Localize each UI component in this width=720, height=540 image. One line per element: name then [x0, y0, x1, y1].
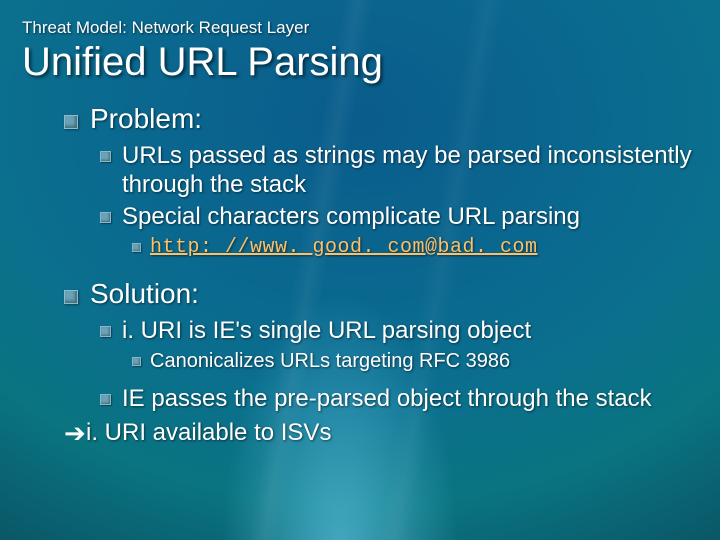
- problem-heading: Problem:: [90, 103, 202, 134]
- problem-points: URLs passed as strings may be parsed inc…: [100, 141, 698, 260]
- solution-subpoint-1: Canonicalizes URLs targeting RFC 3986: [132, 349, 698, 374]
- solution-point-2-text: IE passes the pre-parsed object through …: [122, 385, 652, 412]
- problem-point-1-text: URLs passed as strings may be parsed inc…: [122, 142, 692, 198]
- arrow-icon: ➔: [64, 420, 86, 446]
- problem-point-2: Special characters complicate URL parsin…: [100, 202, 698, 260]
- availability-text: i. URI available to ISVs: [86, 419, 331, 446]
- spacer: [64, 266, 698, 272]
- solution-subpoint-1-text: Canonicalizes URLs targeting RFC 3986: [150, 350, 510, 372]
- problem-example-list: http: //www. good. com@bad. com: [132, 235, 698, 260]
- problem-point-1: URLs passed as strings may be parsed inc…: [100, 141, 698, 200]
- solution-point-1-text: i. URI is IE's single URL parsing object: [122, 317, 531, 344]
- solution-heading: Solution:: [90, 278, 199, 309]
- slide-title: Unified URL Parsing: [22, 40, 698, 85]
- example-url: http: //www. good. com@bad. com: [150, 236, 538, 259]
- solution-point-1: i. URI is IE's single URL parsing object…: [100, 316, 698, 382]
- solution-heading-item: Solution: i. URI is IE's single URL pars…: [64, 278, 698, 414]
- problem-point-2-text: Special characters complicate URL parsin…: [122, 203, 580, 230]
- problem-heading-item: Problem: URLs passed as strings may be p…: [64, 103, 698, 260]
- solution-subpoints: Canonicalizes URLs targeting RFC 3986: [132, 349, 698, 374]
- content-list: Problem: URLs passed as strings may be p…: [64, 103, 698, 447]
- solution-points: i. URI is IE's single URL parsing object…: [100, 316, 698, 414]
- availability-item: ➔i. URI available to ISVs: [64, 419, 698, 447]
- slide-pretitle: Threat Model: Network Request Layer: [22, 18, 698, 38]
- solution-point-2: IE passes the pre-parsed object through …: [100, 384, 698, 413]
- problem-example-item: http: //www. good. com@bad. com: [132, 235, 698, 260]
